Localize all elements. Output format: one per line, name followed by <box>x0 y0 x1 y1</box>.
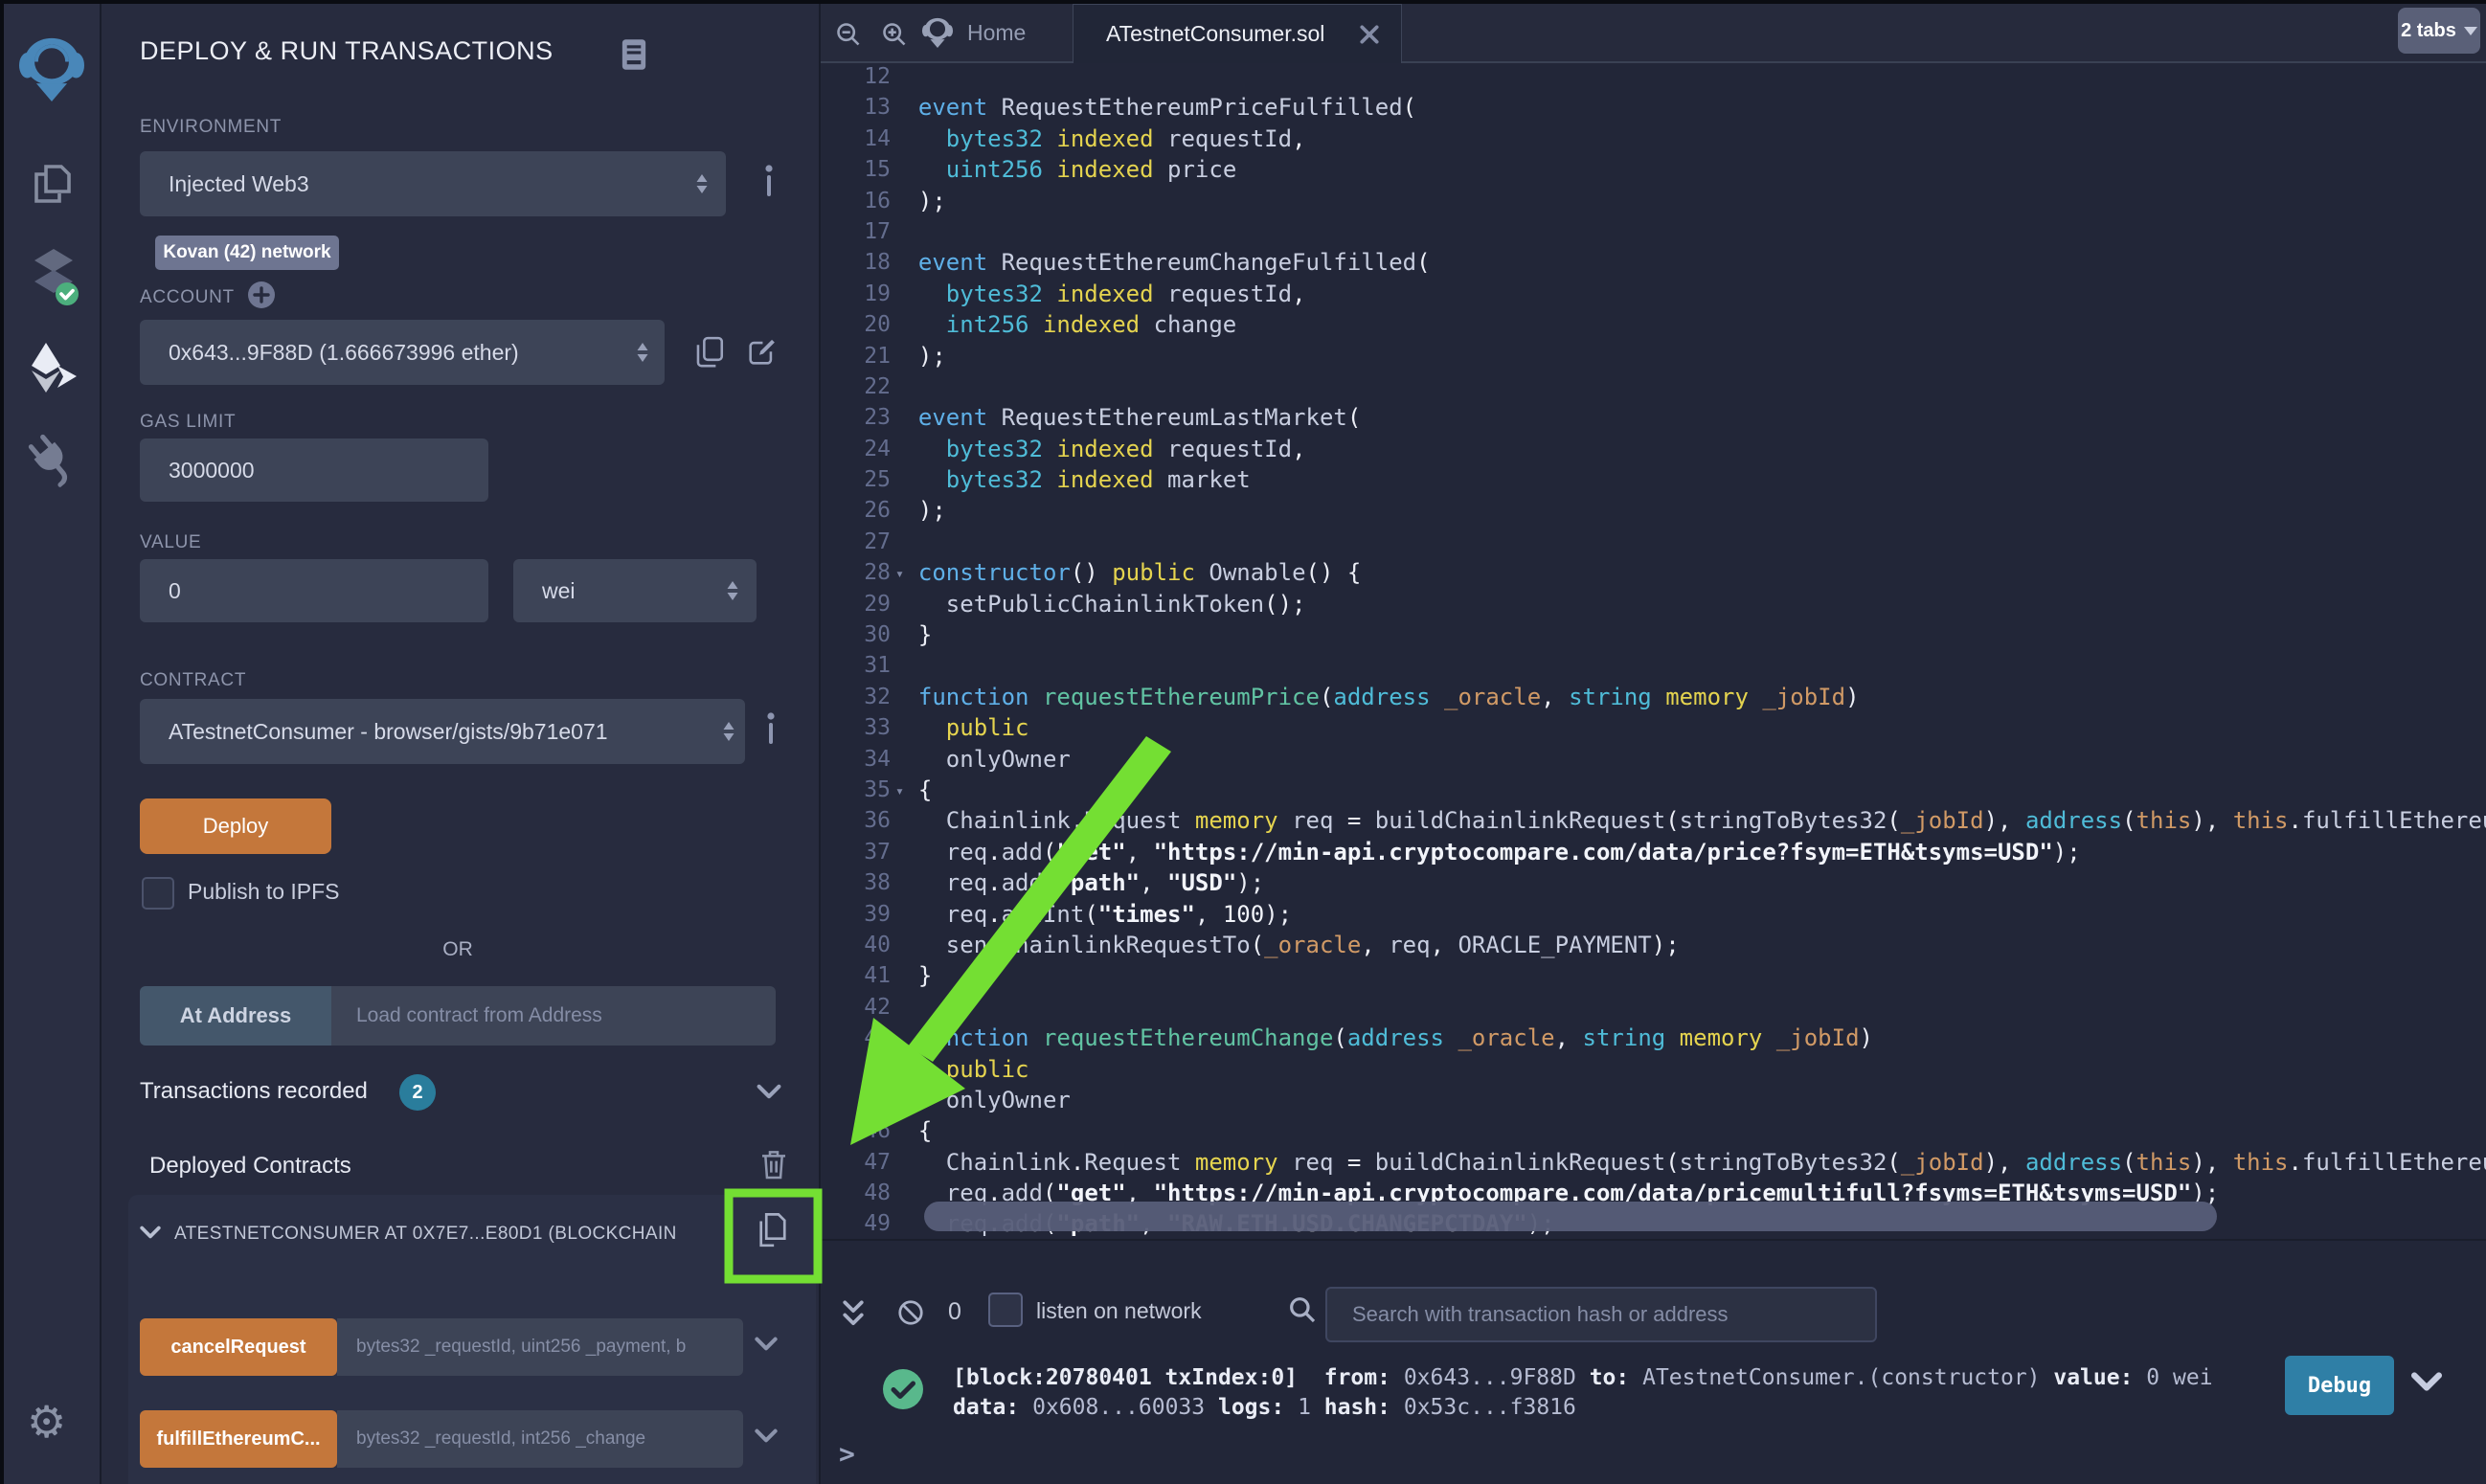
debug-button[interactable]: Debug <box>2285 1356 2394 1415</box>
tx-success-icon <box>881 1367 925 1411</box>
terminal: 0 listen on network [block:20780401 txIn… <box>0 0 2486 1484</box>
terminal-log-text[interactable]: [block:20780401 txIndex:0] from: 0x643..… <box>953 1363 2213 1423</box>
remix-ide-window: ⚙ DEPLOY & RUN TRANSACTIONS ENVIRONMENT … <box>0 0 2486 1484</box>
listen-network-checkbox[interactable] <box>988 1293 1023 1327</box>
fulfill-ethereum-button[interactable]: fulfillEthereumC... <box>140 1410 337 1468</box>
terminal-prompt[interactable]: > <box>839 1438 855 1470</box>
listen-network-label[interactable]: listen on network <box>1036 1298 1202 1324</box>
active-tab-label: ATestnetConsumer.sol <box>1106 21 1324 47</box>
cancel-request-button[interactable]: cancelRequest <box>140 1318 337 1376</box>
pending-tx-count: 0 <box>948 1298 961 1326</box>
active-file-tab[interactable]: ATestnetConsumer.sol <box>1073 4 1402 63</box>
terminal-search-input[interactable] <box>1325 1287 1877 1342</box>
log-expand-chevron-icon[interactable] <box>2411 1371 2442 1392</box>
clear-console-icon[interactable] <box>896 1298 925 1327</box>
collapse-terminal-icon[interactable] <box>839 1298 868 1329</box>
close-tab-icon[interactable] <box>1359 24 1380 45</box>
search-icon <box>1287 1294 1318 1325</box>
terminal-divider[interactable] <box>819 1239 2486 1241</box>
